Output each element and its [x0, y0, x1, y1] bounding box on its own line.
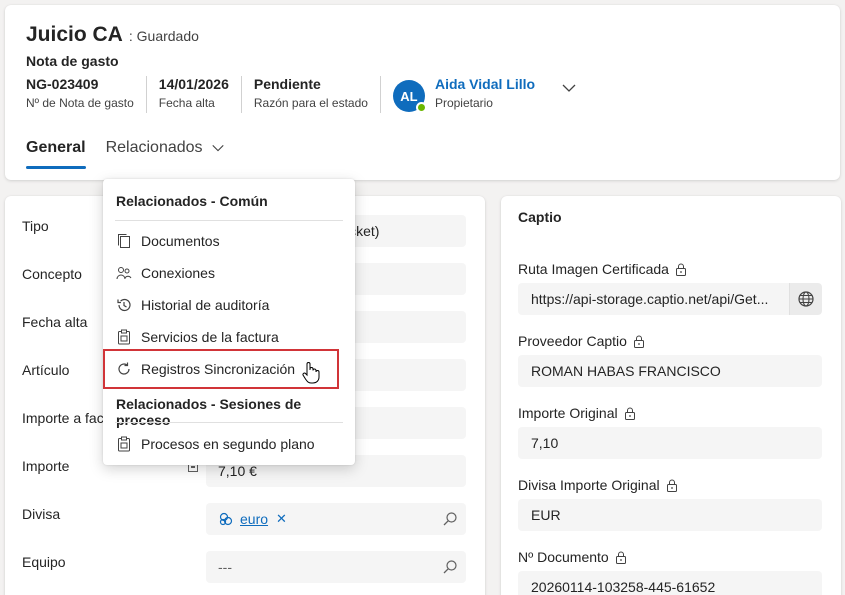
field-value: https://api-storage.captio.net/api/Get..…: [531, 291, 769, 307]
field-value: ROMAN HABAS FRANCISCO: [531, 363, 721, 379]
field-label: Proveedor Captio: [518, 333, 627, 349]
search-icon[interactable]: [442, 559, 458, 575]
owner: AL Aida Vidal Lillo Propietario: [392, 76, 577, 113]
menu-group-header: Relacionados - Sesiones de proceso: [116, 396, 302, 428]
field-label: Importe Original: [518, 405, 618, 421]
tab-general[interactable]: General: [26, 139, 86, 169]
menu-divider: [115, 220, 343, 221]
equipo-lookup[interactable]: ---: [206, 551, 466, 583]
field-label-proveedor: Proveedor Captio: [518, 333, 645, 349]
lock-icon: [675, 263, 687, 276]
lock-icon: [666, 479, 678, 492]
lookup-chip: euro ✕: [218, 511, 287, 527]
clipboard-icon: [116, 436, 132, 452]
divisa-lookup[interactable]: euro ✕: [206, 503, 466, 535]
field-label-ruta: Ruta Imagen Certificada: [518, 261, 687, 277]
fact-label: Razón para el estado: [253, 96, 368, 110]
field-label: Ruta Imagen Certificada: [518, 261, 669, 277]
captio-section: Captio Ruta Imagen Certificada https://a…: [501, 196, 841, 595]
menu-item-conexiones[interactable]: Conexiones: [115, 258, 343, 288]
field-value: 7,10 €: [218, 463, 257, 479]
fact-number: NG-023409 Nº de Nota de gasto: [26, 76, 147, 113]
lock-icon: [615, 551, 627, 564]
avatar[interactable]: AL: [392, 80, 427, 113]
entity-type: Nota de gasto: [26, 53, 119, 69]
record-title: Juicio CA: [26, 23, 123, 46]
owner-label: Propietario: [434, 96, 493, 110]
chevron-down-icon[interactable]: [561, 80, 577, 96]
avatar-initials: AL: [400, 88, 418, 104]
field-label: Divisa: [22, 506, 61, 522]
sync-icon: [116, 361, 132, 377]
menu-item-label: Documentos: [141, 233, 220, 249]
clipboard-icon: [116, 329, 132, 345]
field-value: 20260114-103258-445-61652: [531, 579, 716, 595]
fact-value: 14/01/2026: [158, 76, 229, 92]
menu-group-header: Relacionados - Común: [116, 193, 268, 209]
tab-label: Relacionados: [105, 139, 203, 156]
remove-icon[interactable]: ✕: [276, 511, 287, 527]
proveedor-field[interactable]: ROMAN HABAS FRANCISCO: [518, 355, 822, 387]
globe-icon[interactable]: [789, 283, 822, 315]
documento-field[interactable]: 20260114-103258-445-61652: [518, 571, 822, 595]
owner-name-link[interactable]: Aida Vidal Lillo: [435, 76, 535, 93]
divisa-link[interactable]: euro: [240, 511, 268, 527]
search-icon[interactable]: [442, 511, 458, 527]
field-label-documento: Nº Documento: [518, 549, 627, 565]
menu-item-procesos-segundo-plano[interactable]: Procesos en segundo plano: [115, 429, 343, 459]
field-value: EUR: [531, 507, 561, 523]
fact-value: Pendiente: [253, 76, 321, 92]
field-label: Importe: [22, 458, 70, 474]
currency-icon: [218, 511, 234, 527]
field-label: Fecha alta: [22, 314, 88, 330]
related-dropdown-menu: Relacionados - Común Documentos Conexion…: [103, 179, 355, 465]
title-row: Juicio CA : Guardado: [26, 23, 199, 47]
field-value: ---: [218, 559, 232, 575]
menu-divider: [115, 422, 343, 423]
fact-status-reason: Pendiente Razón para el estado: [254, 76, 381, 113]
save-status: : Guardado: [128, 28, 199, 44]
section-title: Captio: [518, 209, 562, 225]
history-icon: [116, 297, 132, 313]
field-value: 7,10: [531, 435, 559, 451]
field-label-importe-original: Importe Original: [518, 405, 636, 421]
menu-item-historial[interactable]: Historial de auditoría: [115, 290, 343, 320]
lock-icon: [624, 407, 636, 420]
divisa-importe-field[interactable]: EUR: [518, 499, 822, 531]
menu-item-label: Procesos en segundo plano: [141, 436, 315, 452]
field-label: Equipo: [22, 554, 66, 570]
field-label: Divisa Importe Original: [518, 477, 660, 493]
menu-item-documentos[interactable]: Documentos: [115, 226, 343, 256]
owner-text: Aida Vidal Lillo Propietario: [435, 76, 535, 110]
field-label: Artículo: [22, 362, 70, 378]
tab-relacionados[interactable]: Relacionados: [106, 139, 225, 169]
hand-cursor-icon: [302, 361, 320, 385]
presence-available-icon: [415, 102, 427, 113]
field-label: Nº Documento: [518, 549, 609, 565]
field-label: Importe a fac: [22, 410, 104, 426]
menu-item-label: Conexiones: [141, 265, 215, 281]
lock-icon: [633, 335, 645, 348]
field-label-divisa-importe: Divisa Importe Original: [518, 477, 678, 493]
fact-date: 14/01/2026 Fecha alta: [159, 76, 242, 113]
importe-original-field[interactable]: 7,10: [518, 427, 822, 459]
documents-icon: [116, 233, 132, 249]
chevron-down-icon: [211, 141, 225, 155]
record-header: Juicio CA : Guardado Nota de gasto NG-02…: [5, 5, 840, 180]
tab-list: General Relacionados: [26, 139, 245, 169]
menu-item-label: Servicios de la factura: [141, 329, 279, 345]
menu-item-label: Registros Sincronización: [141, 361, 296, 377]
tab-label: General: [26, 139, 86, 156]
header-facts: NG-023409 Nº de Nota de gasto 14/01/2026…: [26, 76, 577, 113]
field-label: Concepto: [22, 266, 82, 282]
menu-item-servicios-factura[interactable]: Servicios de la factura: [115, 322, 343, 352]
fact-label: Fecha alta: [158, 96, 215, 110]
connections-icon: [116, 265, 132, 281]
field-label: Tipo: [22, 218, 49, 234]
fact-label: Nº de Nota de gasto: [26, 96, 134, 110]
menu-item-label: Historial de auditoría: [141, 297, 270, 313]
ruta-imagen-field[interactable]: https://api-storage.captio.net/api/Get..…: [518, 283, 822, 315]
fact-value: NG-023409: [26, 76, 99, 92]
